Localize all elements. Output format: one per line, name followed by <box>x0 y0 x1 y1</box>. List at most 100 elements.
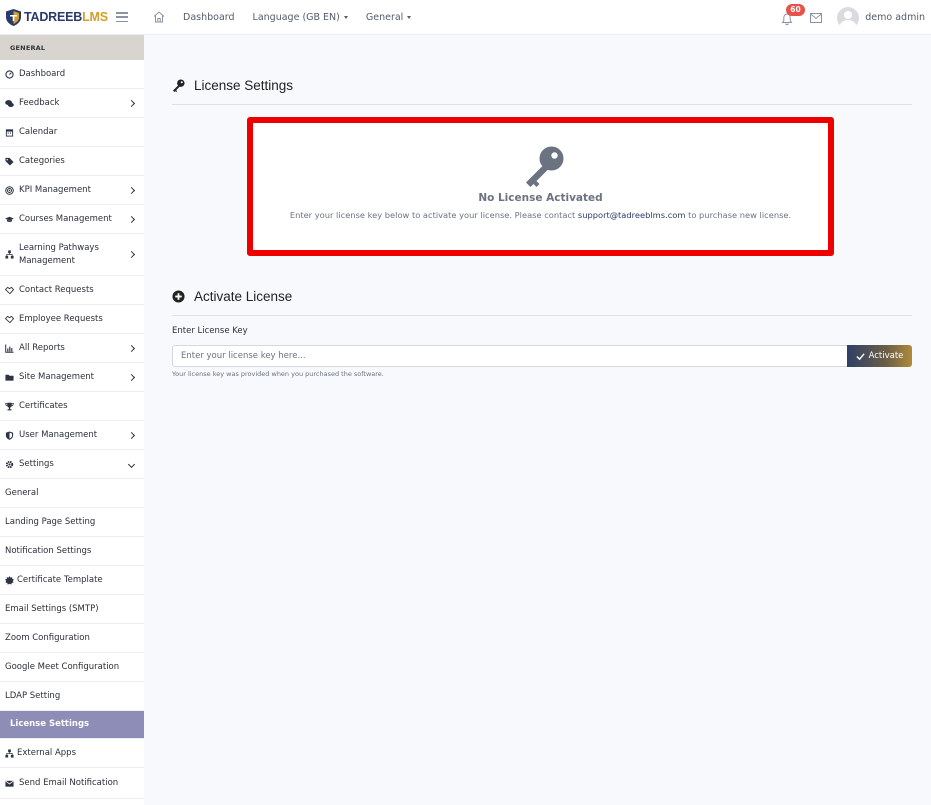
sidebar-item-kpi-management[interactable]: KPI Management <box>0 176 144 205</box>
top-navbar: TADREEBLMS Dashboard Language (GB EN) Ge… <box>0 0 931 35</box>
sidebar-subitem-label: Zoom Configuration <box>5 632 90 643</box>
settings-sub-ldap[interactable]: LDAP Setting <box>0 682 144 711</box>
avatar[interactable] <box>837 6 860 29</box>
caret-down-icon <box>343 15 348 19</box>
sidebar-item-calendar[interactable]: Calendar <box>0 118 144 147</box>
license-key-input[interactable] <box>172 345 847 367</box>
license-desc-part1: Enter your license key below to activate… <box>289 210 578 220</box>
license-status-description: Enter your license key below to activate… <box>253 210 828 220</box>
settings-sub-google-meet[interactable]: Google Meet Configuration <box>0 653 144 682</box>
sidebar-item-label: Categories <box>19 155 65 166</box>
support-email-link[interactable]: support@tadreeblms.com <box>578 210 686 220</box>
sidebar-item-label: Dashboard <box>19 68 66 79</box>
notifications-bell[interactable]: 60 <box>780 3 805 25</box>
sidebar-item-settings[interactable]: Settings <box>0 450 144 479</box>
settings-sub-notification[interactable]: Notification Settings <box>0 537 144 566</box>
sidebar-item-label: External Apps <box>17 747 77 758</box>
sidebar-item-label: Courses Management <box>19 213 112 224</box>
bullseye-icon <box>5 185 14 195</box>
license-status-text: No License Activated <box>478 192 603 204</box>
sidebar-item-label: Feedback <box>19 97 60 108</box>
sidebar-item-external-apps[interactable]: External Apps <box>0 739 144 768</box>
sidebar-item-site-management[interactable]: Site Management <box>0 363 144 392</box>
brand-name-part1: TADREEB <box>24 10 83 24</box>
sidebar-item-label: User Management <box>19 429 98 440</box>
sidebar-item-learning-pathways[interactable]: Learning Pathways Management <box>0 234 144 276</box>
chevron-right-icon <box>127 373 136 381</box>
settings-sub-certificate-template[interactable]: Certificate Template <box>0 566 144 595</box>
settings-sub-email-smtp[interactable]: Email Settings (SMTP) <box>0 595 144 624</box>
sidebar-section-header: GENERAL <box>0 35 144 60</box>
plus-circle-icon <box>172 290 185 303</box>
key-icon <box>172 79 185 92</box>
sidebar-item-user-management[interactable]: User Management <box>0 421 144 450</box>
license-settings-heading: License Settings <box>172 78 293 93</box>
license-status-card: No License Activated Enter your license … <box>247 117 834 256</box>
sidebar-item-certificates[interactable]: Certificates <box>0 392 144 421</box>
sidebar-subitem-label: Google Meet Configuration <box>5 661 120 672</box>
chart-line-icon <box>5 343 14 353</box>
settings-sub-zoom[interactable]: Zoom Configuration <box>0 624 144 653</box>
sidebar-item-label: Learning Pathways Management <box>19 243 99 266</box>
activate-license-heading: Activate License <box>172 289 292 304</box>
certificate-seal-icon <box>5 575 14 585</box>
license-desc-part2: to purchase new license. <box>685 210 792 220</box>
sidebar-subitem-label: LDAP Setting <box>5 690 61 701</box>
sidebar-item-label: Employee Requests <box>19 313 103 324</box>
sidebar-item-label: Settings <box>19 458 54 469</box>
activate-license-title: Activate License <box>194 289 293 304</box>
brand-logo[interactable]: TADREEBLMS <box>0 0 112 35</box>
chevron-right-icon <box>127 431 136 439</box>
sidebar-subitem-label: License Settings <box>10 719 90 730</box>
sidebar-item-employee-requests[interactable]: Employee Requests <box>0 305 144 334</box>
sidebar-item-all-reports[interactable]: All Reports <box>0 334 144 363</box>
sidebar-item-contact-requests[interactable]: Contact Requests <box>0 276 144 305</box>
divider <box>172 315 912 316</box>
sidebar-subitem-label: Certificate Template <box>17 574 103 585</box>
sidebar-item-categories[interactable]: Categories <box>0 147 144 176</box>
sidebar-item-dashboard[interactable]: Dashboard <box>0 60 144 89</box>
nav-dashboard-link[interactable]: Dashboard <box>183 12 235 23</box>
sidebar-item-feedback[interactable]: Feedback <box>0 89 144 118</box>
shield-logo-icon <box>6 8 21 26</box>
shield-icon <box>5 430 14 440</box>
sidebar-subitem-label: Notification Settings <box>5 545 92 556</box>
sidebar-item-courses-management[interactable]: Courses Management <box>0 205 144 234</box>
settings-sub-general[interactable]: General <box>0 479 144 508</box>
trophy-icon <box>5 402 14 411</box>
general-label: General <box>365 11 404 23</box>
sidebar-item-label: Site Management <box>19 371 95 382</box>
divider <box>172 104 912 105</box>
sidebar-subitem-label: Email Settings (SMTP) <box>5 603 99 614</box>
sidebar-item-label: Contact Requests <box>19 284 94 295</box>
settings-sub-license[interactable]: License Settings <box>0 711 144 739</box>
user-name[interactable]: demo admin <box>865 12 925 23</box>
graduation-cap-icon <box>5 215 14 224</box>
navbar-right: 60 demo admin <box>780 0 925 35</box>
sidebar-item-label: KPI Management <box>19 184 91 195</box>
sidebar-item-send-email[interactable]: Send Email Notification <box>0 768 144 799</box>
chevron-right-icon <box>127 215 136 223</box>
mail-icon[interactable] <box>810 12 823 23</box>
chevron-right-icon <box>127 344 136 352</box>
sidebar-item-label: All Reports <box>19 342 65 353</box>
nav-general-dropdown[interactable]: General <box>365 11 412 23</box>
license-key-input-group: Activate <box>172 345 912 367</box>
menu-toggle-icon[interactable] <box>116 12 128 22</box>
home-icon[interactable] <box>152 10 166 24</box>
sidebar-subitem-label: General <box>5 487 39 498</box>
chevron-right-icon <box>127 186 136 194</box>
gear-icon <box>5 460 14 469</box>
caret-down-icon <box>407 15 412 19</box>
sidebar-subitem-label: Landing Page Setting <box>5 516 96 527</box>
sidebar-item-label: Calendar <box>19 126 58 137</box>
notification-count-badge: 60 <box>786 3 805 16</box>
language-label: Language (GB EN) <box>252 11 340 23</box>
gauge-icon <box>5 69 14 79</box>
activate-button[interactable]: Activate <box>847 345 912 367</box>
nav-language-dropdown[interactable]: Language (GB EN) <box>253 12 348 23</box>
sidebar-item-label: Certificates <box>19 400 68 411</box>
chevron-down-icon <box>127 460 136 468</box>
settings-sub-landing-page[interactable]: Landing Page Setting <box>0 508 144 537</box>
activate-button-label: Activate <box>868 351 904 361</box>
